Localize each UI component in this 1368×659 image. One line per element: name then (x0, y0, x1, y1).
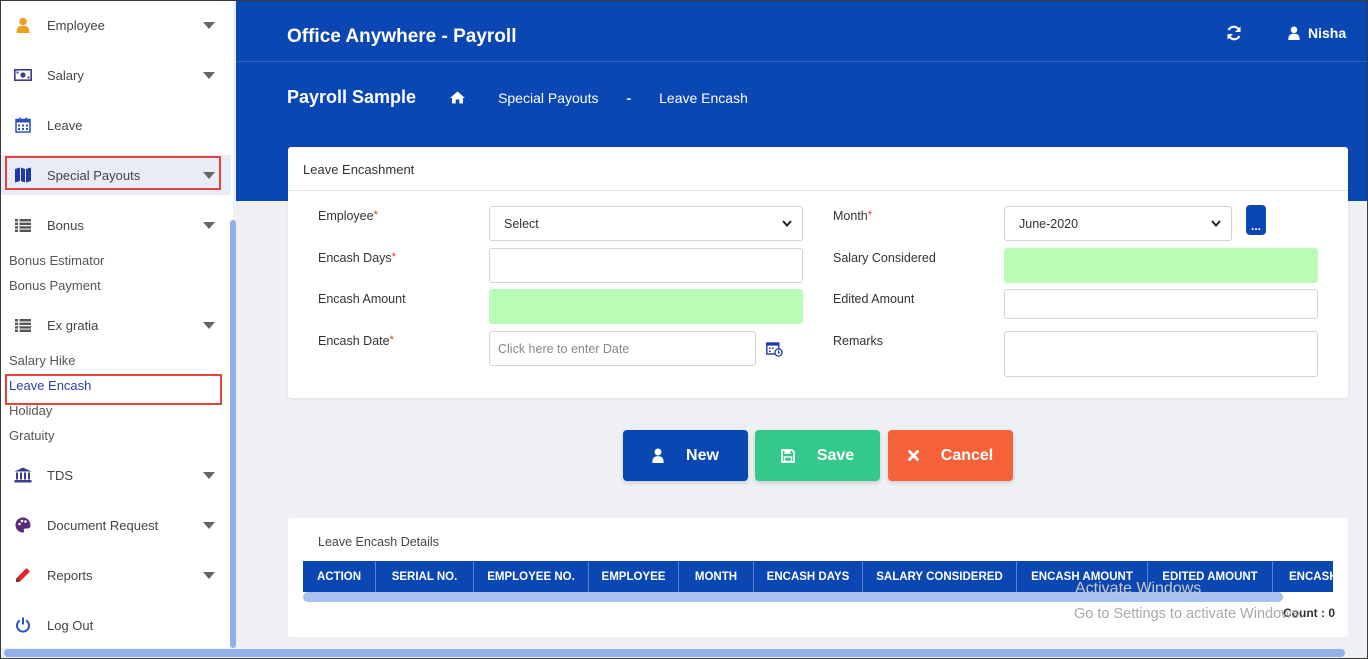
window-frame (0, 0, 1368, 659)
